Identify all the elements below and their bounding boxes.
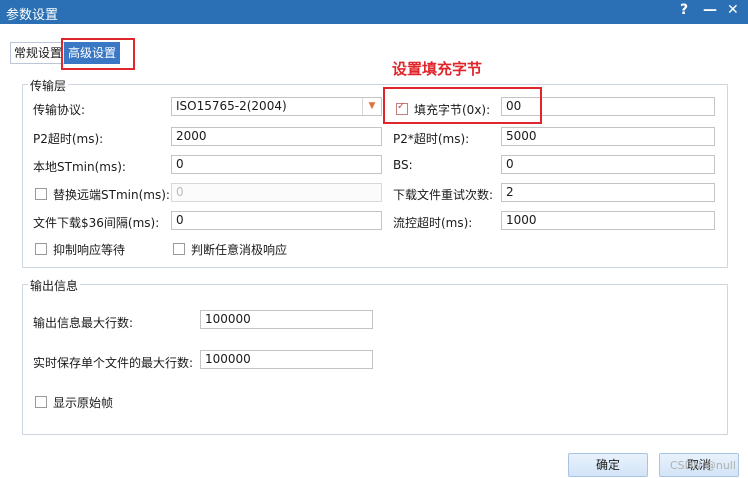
transport-group-title: 传输层 [28, 77, 69, 94]
title-bar: 参数设置 ? — ✕ [0, 0, 748, 24]
local-stmin-label: 本地STmin(ms): [33, 160, 126, 174]
file-max-lines-label: 实时保存单个文件的最大行数: [33, 356, 194, 370]
fill-byte-label: 填充字节(0x): [414, 103, 491, 117]
local-stmin-input[interactable]: 0 [171, 155, 382, 174]
raw-frame-label: 显示原始帧 [53, 396, 114, 410]
p2-timeout-input[interactable]: 2000 [171, 127, 382, 146]
output-group-title: 输出信息 [28, 277, 81, 294]
tab-advanced[interactable]: 高级设置 [64, 42, 121, 64]
replace-stmin-checkbox[interactable] [35, 188, 47, 200]
download-interval-label: 文件下载$36间隔(ms): [33, 216, 160, 230]
file-max-lines-input[interactable]: 100000 [200, 350, 373, 369]
p2star-timeout-input[interactable]: 5000 [501, 127, 715, 146]
tab-general[interactable]: 常规设置 [10, 42, 67, 64]
watermark: CSDN @null [670, 459, 736, 472]
negative-response-checkbox[interactable] [173, 243, 185, 255]
chevron-down-icon[interactable]: ▼ [362, 98, 381, 115]
p2star-timeout-label: P2*超时(ms): [393, 132, 470, 146]
suppress-response-label: 抑制响应等待 [53, 243, 126, 257]
bs-label: BS: [393, 158, 413, 172]
raw-frame-checkbox[interactable] [35, 396, 47, 408]
output-max-lines-label: 输出信息最大行数: [33, 316, 134, 330]
fill-byte-input[interactable]: 00 [501, 97, 715, 116]
protocol-label: 传输协议: [33, 103, 86, 117]
replace-stmin-input[interactable]: 0 [171, 183, 382, 202]
download-interval-input[interactable]: 0 [171, 211, 382, 230]
replace-stmin-label: 替换远端STmin(ms): [53, 188, 170, 202]
flow-timeout-input[interactable]: 1000 [501, 211, 715, 230]
download-retry-label: 下载文件重试次数: [393, 188, 494, 202]
window-title: 参数设置 [6, 8, 59, 23]
download-retry-input[interactable]: 2 [501, 183, 715, 202]
annotation-text: 设置填充字节 [392, 60, 483, 78]
suppress-response-checkbox[interactable] [35, 243, 47, 255]
fill-byte-checkbox[interactable] [396, 101, 408, 115]
bs-input[interactable]: 0 [501, 155, 715, 174]
protocol-select[interactable]: ISO15765-2(2004) ▼ [171, 97, 382, 116]
flow-timeout-label: 流控超时(ms): [393, 216, 473, 230]
ok-button[interactable]: 确定 [568, 453, 648, 477]
close-icon[interactable]: ✕ [727, 2, 739, 18]
help-icon[interactable]: ? [680, 2, 688, 18]
minimize-icon[interactable]: — [703, 2, 717, 18]
negative-response-label: 判断任意消极响应 [191, 243, 288, 257]
protocol-value: ISO15765-2(2004) [176, 99, 287, 113]
output-max-lines-input[interactable]: 100000 [200, 310, 373, 329]
p2-timeout-label: P2超时(ms): [33, 132, 104, 146]
